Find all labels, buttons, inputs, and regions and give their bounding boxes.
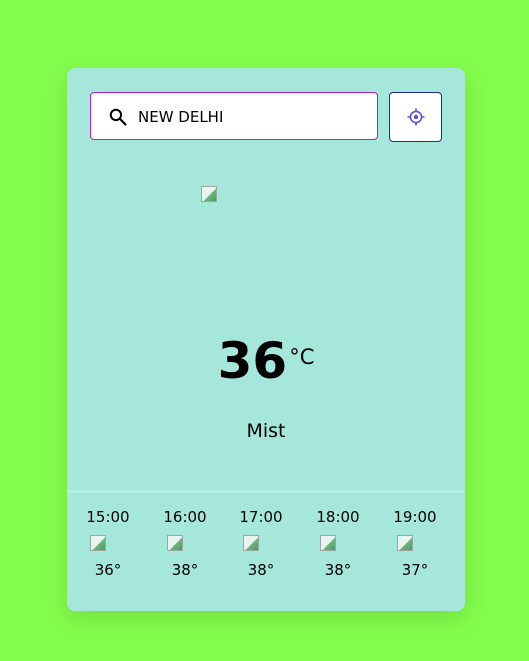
forecast-temp: 38° [171,561,199,579]
forecast-temp: 38° [324,561,352,579]
weather-card: 36°C Mist 15:00 36° 16:00 38° 17:00 38° … [67,68,465,611]
weather-condition-icon [201,186,217,202]
weather-icon [90,535,106,551]
temperature-unit: °C [289,345,315,369]
weather-icon [397,535,413,551]
forecast-item: 19:00 37° [385,508,445,579]
current-location-button[interactable] [389,92,442,142]
forecast-item: 15:00 36° [78,508,138,579]
crosshair-location-icon [407,108,425,126]
weather-icon [167,535,183,551]
forecast-temp: 38° [247,561,275,579]
search-box[interactable] [90,92,378,140]
forecast-item: 17:00 38° [231,508,291,579]
forecast-temp: 36° [94,561,122,579]
weather-icon [320,535,336,551]
forecast-time: 17:00 [239,508,283,526]
forecast-time: 15:00 [86,508,130,526]
forecast-item: 18:00 38° [308,508,368,579]
weather-condition: Mist [246,420,286,442]
weather-icon [243,535,259,551]
temperature-value: 36 [217,332,288,390]
forecast-temp: 37° [401,561,429,579]
forecast-item: 16:00 38° [155,508,215,579]
search-icon [109,108,127,126]
forecast-time: 19:00 [393,508,437,526]
forecast-time: 16:00 [163,508,207,526]
divider [67,490,465,493]
current-temperature: 36°C [67,336,465,386]
forecast-time: 18:00 [316,508,360,526]
search-input[interactable] [138,105,363,129]
